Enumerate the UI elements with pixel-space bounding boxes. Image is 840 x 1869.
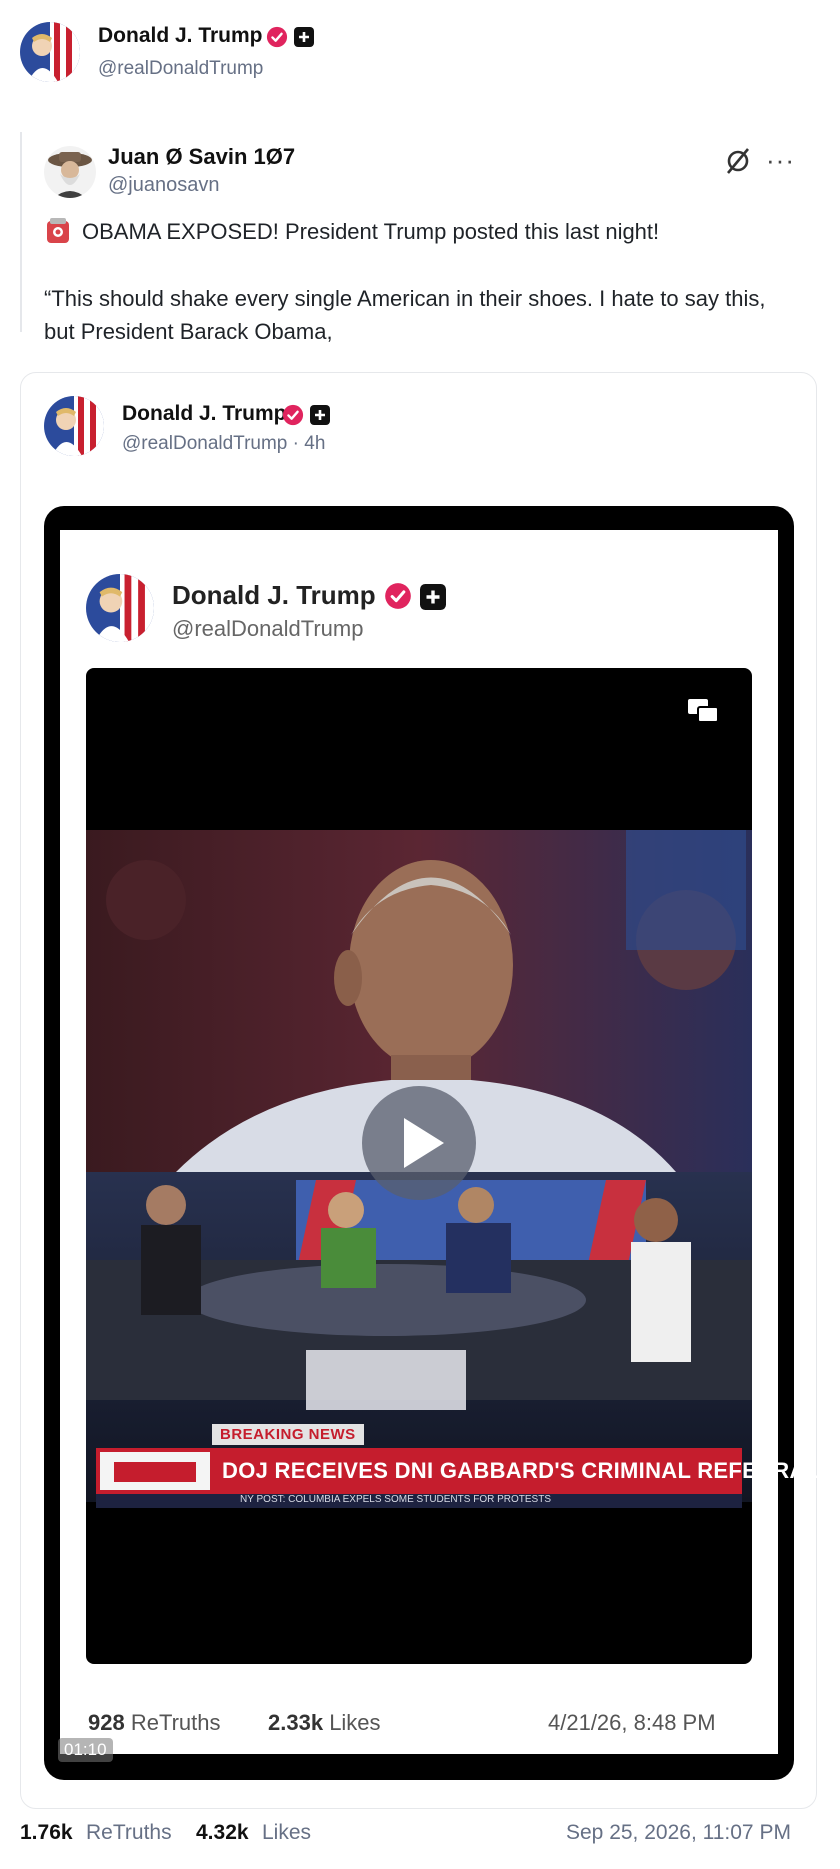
plus-badge-icon: [294, 27, 314, 47]
screenshot-author-avatar: [86, 574, 154, 642]
alert-icon: [47, 218, 69, 243]
screenshot-author-handle: @realDonaldTrump: [172, 616, 364, 641]
verified-icon: [385, 583, 411, 609]
author-avatar[interactable]: [20, 22, 80, 82]
news-ticker-text: NY POST: COLUMBIA EXPELS SOME STUDENTS F…: [240, 1494, 551, 1505]
screenshot-author-name: Donald J. Trump: [172, 580, 376, 610]
quoted-author-name[interactable]: Juan Ø Savin 1Ø7: [108, 144, 295, 170]
quoted-author-handle[interactable]: @juanosavn: [108, 174, 219, 197]
likes-label[interactable]: Likes: [262, 1821, 311, 1845]
embedded-author-avatar[interactable]: [44, 396, 104, 456]
breaking-news-label: BREAKING NEWS: [212, 1424, 364, 1445]
video-timestamp: 01:10: [58, 1738, 113, 1762]
plus-badge-icon: [420, 584, 446, 610]
plus-badge-icon: [310, 405, 330, 425]
author-name[interactable]: Donald J. Trump: [98, 24, 263, 48]
quoted-body-text: “This should shake every single American…: [44, 286, 766, 344]
screen-toggle-icon: [688, 699, 719, 723]
quoted-author-avatar[interactable]: [44, 146, 96, 198]
null-icon[interactable]: [724, 147, 752, 175]
more-icon[interactable]: ···: [766, 145, 795, 176]
quoted-headline: OBAMA EXPOSED! President Trump posted th…: [82, 219, 660, 244]
play-icon: [404, 1118, 444, 1168]
screenshot-likes: 2.33k Likes: [268, 1710, 381, 1735]
news-chyron-text: DOJ RECEIVES DNI GABBARD'S CRIMINAL REFE…: [222, 1458, 820, 1483]
embedded-author-handle[interactable]: @realDonaldTrump · 4h: [122, 433, 325, 455]
post-date[interactable]: Sep 25, 2026, 11:07 PM: [566, 1821, 791, 1845]
retruths-label[interactable]: ReTruths: [86, 1821, 172, 1845]
screenshot-retruths: 928 ReTruths: [88, 1710, 221, 1735]
news-logo: [100, 1452, 210, 1490]
verified-icon: [266, 26, 288, 48]
verified-icon: [282, 404, 304, 426]
retruths-count[interactable]: 1.76k: [20, 1821, 73, 1845]
quote-divider: [20, 132, 22, 332]
play-button[interactable]: [362, 1086, 476, 1200]
author-handle[interactable]: @realDonaldTrump: [98, 58, 263, 80]
likes-count[interactable]: 4.32k: [196, 1821, 249, 1845]
embedded-author-name[interactable]: Donald J. Trump: [122, 402, 287, 426]
screenshot-date: 4/21/26, 8:48 PM: [548, 1710, 716, 1735]
